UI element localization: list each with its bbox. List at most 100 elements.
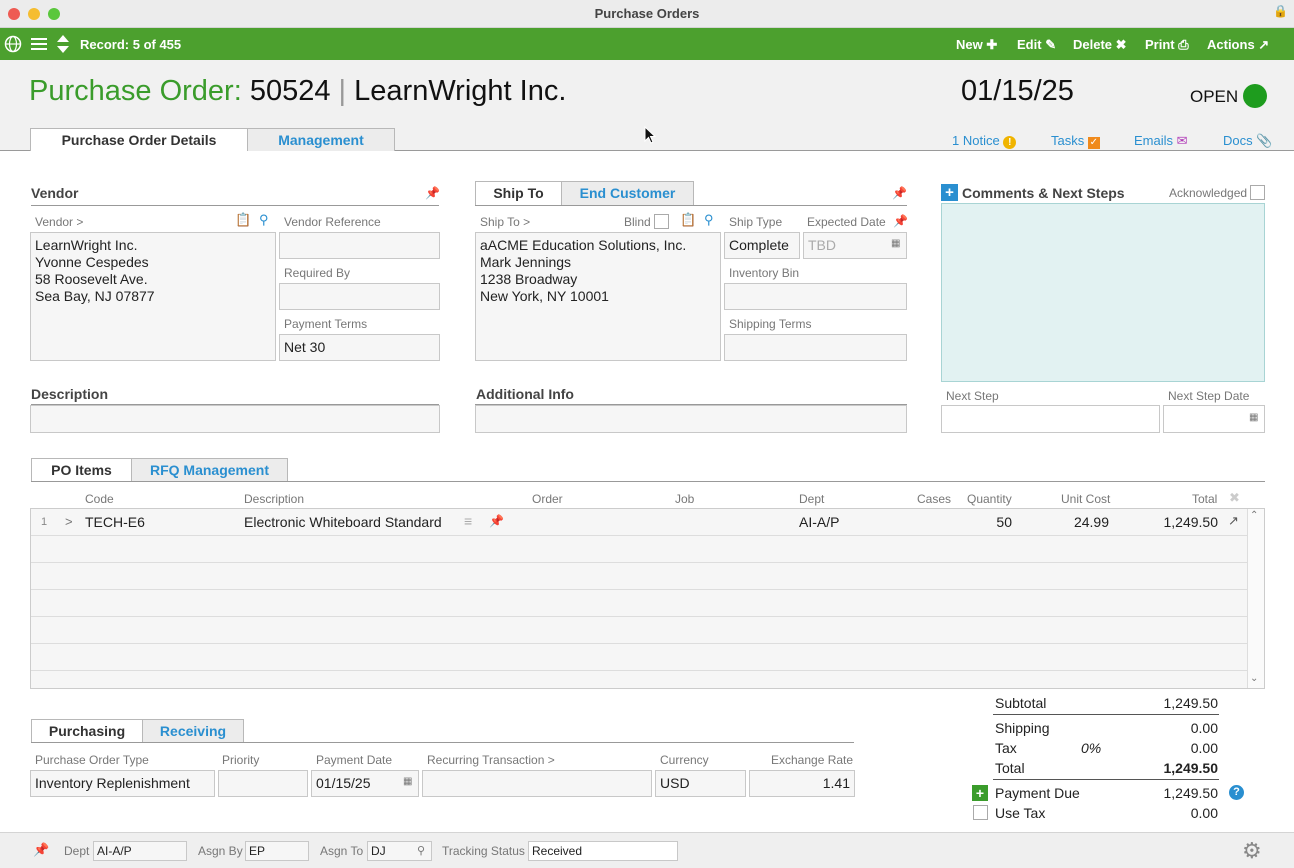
next-step-label: Next Step [946,389,999,403]
tracking-status-field[interactable]: Received [528,841,678,861]
edit-button[interactable]: Edit ✎ [1017,37,1056,53]
notes-lines-icon[interactable]: ≡ [464,513,472,529]
calendar-icon[interactable]: ▦ [1249,412,1258,423]
additional-info-field[interactable] [475,405,907,433]
item-quantity[interactable]: 50 [952,514,1012,530]
column-header-unit-cost[interactable]: Unit Cost [1061,492,1110,506]
blind-checkbox[interactable] [654,214,669,229]
clipboard-icon[interactable]: 📋 [235,212,251,228]
pin-icon[interactable]: 📌 [892,186,907,200]
clipboard-icon[interactable]: 📋 [680,212,696,228]
total-value: 1,249.50 [1163,760,1219,776]
ship-type-field[interactable]: Complete [724,232,800,259]
next-step-field[interactable] [941,405,1160,433]
item-code[interactable]: TECH-E6 [85,514,145,530]
notice-link[interactable]: 1 Notice ! [952,133,1017,149]
ship-to-address[interactable]: aACME Education Solutions, Inc. Mark Jen… [475,232,721,361]
comments-textarea[interactable] [941,203,1265,382]
po-type-field[interactable]: Inventory Replenishment [30,770,215,797]
inventory-bin-field[interactable] [724,283,907,310]
vendor-address[interactable]: LearnWright Inc. Yvonne Cespedes 58 Roos… [30,232,276,361]
column-header-description[interactable]: Description [244,492,304,506]
tasks-link[interactable]: Tasks ✓ [1051,133,1100,149]
mouse-cursor-icon [644,126,656,144]
map-pin-icon[interactable]: ⚲ [704,212,714,228]
calendar-icon[interactable]: ▦ [891,238,900,249]
pin-icon[interactable]: 📌 [893,214,908,228]
open-item-arrow-icon[interactable]: ↗ [1228,513,1239,529]
emails-link[interactable]: Emails ✉ [1134,133,1188,149]
recurring-transaction-label[interactable]: Recurring Transaction > [427,753,555,767]
pin-icon[interactable]: 📌 [489,514,504,528]
help-icon[interactable]: ? [1229,785,1244,800]
column-header-job[interactable]: Job [675,492,694,506]
column-header-quantity[interactable]: Quantity [967,492,1012,506]
tab-ship-to[interactable]: Ship To [475,181,562,205]
item-dept[interactable]: AI-A/P [799,514,839,530]
tab-purchase-order-details[interactable]: Purchase Order Details [30,128,248,151]
actions-button[interactable]: Actions ↗ [1207,37,1269,53]
add-payment-icon[interactable]: + [972,785,988,801]
tab-receiving[interactable]: Receiving [142,719,244,743]
tab-po-items[interactable]: PO Items [31,458,132,482]
currency-field[interactable]: USD [655,770,746,797]
scroll-up-icon[interactable]: ⌃ [1250,510,1258,521]
pin-icon[interactable]: 📌 [33,842,49,858]
tab-purchasing[interactable]: Purchasing [31,719,143,743]
column-header-cases[interactable]: Cases [917,492,951,506]
table-row[interactable] [31,644,1247,671]
priority-field[interactable] [218,770,308,797]
divider [993,779,1219,780]
calendar-icon[interactable]: ▦ [403,776,412,787]
vendor-link-label[interactable]: Vendor > [35,215,83,229]
item-description[interactable]: Electronic Whiteboard Standard [244,514,442,530]
acknowledged-checkbox[interactable] [1250,185,1265,200]
map-pin-icon[interactable]: ⚲ [259,212,269,228]
search-icon[interactable]: ⚲ [417,844,425,857]
table-row[interactable] [31,563,1247,590]
scroll-down-icon[interactable]: ⌄ [1250,673,1258,684]
add-comment-icon[interactable]: + [941,184,958,201]
globe-icon[interactable] [4,35,22,53]
column-header-dept[interactable]: Dept [799,492,824,506]
status-indicator-icon [1243,84,1267,108]
items-scrollbar[interactable] [1247,509,1264,688]
docs-link[interactable]: Docs 📎 [1223,133,1272,149]
column-header-code[interactable]: Code [85,492,114,506]
item-total[interactable]: 1,249.50 [1128,514,1219,530]
table-row[interactable] [31,590,1247,617]
new-button[interactable]: New ✚ [956,37,997,53]
comments-title: Comments & Next Steps [962,185,1125,201]
pin-icon[interactable]: 📌 [425,186,440,200]
tab-end-customer[interactable]: End Customer [561,181,694,205]
use-tax-checkbox[interactable] [973,805,988,820]
vendor-reference-field[interactable] [279,232,440,259]
required-by-field[interactable] [279,283,440,310]
payment-due-value: 1,249.50 [1163,785,1219,801]
column-header-order[interactable]: Order [532,492,563,506]
dept-field[interactable]: AI-A/P [93,841,187,861]
tax-label: Tax [995,740,1017,756]
list-menu-icon[interactable] [31,37,47,51]
ship-to-link-label[interactable]: Ship To > [480,215,530,229]
tab-rfq-management[interactable]: RFQ Management [131,458,288,482]
asgn-by-field[interactable]: EP [245,841,309,861]
exchange-rate-field[interactable]: 1.41 [749,770,855,797]
item-unit-cost[interactable]: 24.99 [1029,514,1109,530]
row-expand-icon[interactable]: > [65,514,73,529]
tab-management[interactable]: Management [247,128,395,151]
table-row[interactable] [31,536,1247,563]
shipping-value[interactable]: 0.00 [1098,720,1218,736]
description-field[interactable] [30,405,440,433]
recurring-transaction-field[interactable] [422,770,652,797]
payment-terms-field[interactable]: Net 30 [279,334,440,361]
gear-icon[interactable]: ⚙ [1242,838,1262,864]
record-navigation-icon[interactable] [56,34,70,54]
x-icon: ✖ [1115,37,1127,52]
delete-button[interactable]: Delete ✖ [1073,37,1127,53]
table-row[interactable] [31,617,1247,644]
shipping-terms-field[interactable] [724,334,907,361]
clear-x-icon[interactable]: ✖ [1229,490,1240,506]
column-header-total[interactable]: Total [1192,492,1217,506]
print-button[interactable]: Print ⎙ [1145,37,1189,53]
